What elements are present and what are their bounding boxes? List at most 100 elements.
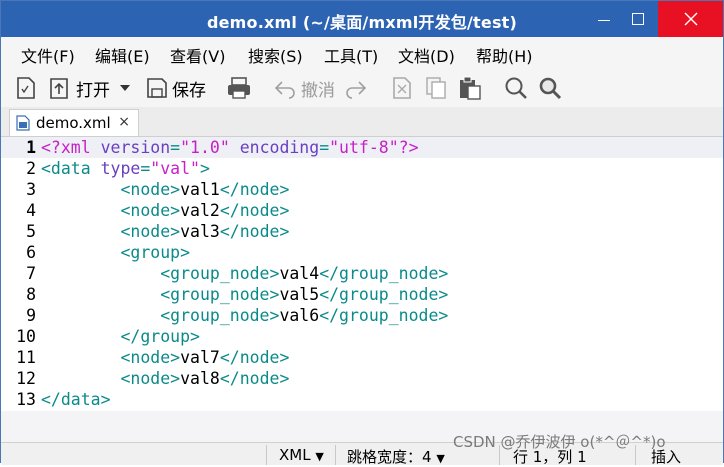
save-button[interactable]: 保存 — [144, 74, 206, 102]
line-number: 6 — [26, 243, 36, 262]
copy-button[interactable] — [423, 74, 449, 102]
search-replace-icon — [539, 77, 562, 100]
menu-tools[interactable]: 工具(T) — [324, 43, 378, 67]
undo-icon — [274, 81, 295, 99]
watermark: CSDN @乔伊波伊 o(*^＠^*)o — [453, 433, 666, 451]
tab-bar: demo.xml × — [1, 107, 723, 137]
menu-document[interactable]: 文档(D) — [398, 43, 455, 67]
code-text: <group_node>val5</group_node> — [160, 285, 449, 304]
code-text: <node>val7</node> — [120, 348, 290, 367]
open-icon — [50, 78, 68, 99]
code-line: 4 <node>val2</node> — [1, 200, 723, 221]
line-number: 7 — [26, 264, 36, 283]
chevron-down-icon: ▼ — [436, 452, 445, 465]
status-separator — [266, 445, 267, 465]
open-recent-dropdown[interactable] — [119, 74, 131, 102]
language-label: XML — [279, 446, 311, 464]
search-replace-button[interactable] — [537, 74, 563, 102]
code-text: <node>val3</node> — [120, 222, 290, 241]
new-button[interactable] — [13, 74, 39, 102]
code-line: 9 <group_node>val6</group_node> — [1, 305, 723, 326]
code-text: </group> — [120, 327, 200, 346]
menu-bar: 文件(F) 编辑(E) 查看(V) 搜索(S) 工具(T) 文档(D) 帮助(H… — [1, 37, 723, 69]
dropdown-arrow-icon — [120, 85, 130, 91]
cut-button[interactable] — [389, 74, 415, 102]
line-number: 4 — [26, 201, 36, 220]
line-number: 1 — [26, 138, 36, 157]
menu-file[interactable]: 文件(F) — [21, 43, 75, 67]
line-number: 3 — [26, 180, 36, 199]
code-line: 3 <node>val1</node> — [1, 179, 723, 200]
cut-icon — [393, 77, 411, 99]
menu-help[interactable]: 帮助(H) — [476, 43, 533, 67]
title-bar[interactable]: demo.xml (~/桌面/mxml开发包/test) — [1, 1, 723, 37]
paste-button[interactable] — [457, 74, 483, 102]
minimize-icon — [598, 19, 610, 21]
code-text: <group_node>val6</group_node> — [160, 306, 449, 325]
line-number: 10 — [16, 327, 36, 346]
menu-view[interactable]: 查看(V) — [170, 43, 225, 67]
code-text: <?xml version="1.0" encoding="utf-8"?> — [41, 138, 419, 157]
menu-edit[interactable]: 编辑(E) — [95, 43, 150, 67]
redo-icon — [346, 81, 367, 99]
close-window-button[interactable] — [658, 1, 723, 37]
code-text: <data type="val"> — [41, 159, 210, 178]
search-button[interactable] — [503, 74, 529, 102]
code-line: 2 <data type="val"> — [1, 158, 723, 179]
chevron-down-icon: ▼ — [315, 450, 324, 463]
xml-file-icon — [16, 115, 30, 131]
code-line: 12 <node>val8</node> — [1, 368, 723, 389]
tab-width-label: 跳格宽度： — [347, 448, 423, 466]
open-button[interactable]: 打开 — [47, 74, 110, 102]
tab-width-value: 4 — [422, 448, 432, 466]
line-number: 9 — [26, 306, 36, 325]
code-line: 6 <group> — [1, 242, 723, 263]
tab-demo-xml[interactable]: demo.xml × — [9, 109, 139, 136]
minimize-button[interactable] — [587, 1, 621, 37]
code-text: <group> — [120, 243, 191, 262]
print-button[interactable] — [225, 74, 253, 102]
save-label: 保存 — [172, 80, 206, 101]
line-number: 11 — [16, 348, 36, 367]
toolbar: 打开 保存 撤消 — [1, 69, 723, 107]
code-text: <node>val1</node> — [120, 180, 290, 199]
tab-width-selector[interactable]: 跳格宽度：4 ▼ — [347, 446, 445, 467]
search-icon — [505, 77, 527, 99]
line-number: 5 — [26, 222, 36, 241]
code-lines: 1 <?xml version="1.0" encoding="utf-8"?> … — [1, 137, 723, 410]
new-document-icon — [17, 77, 35, 99]
printer-icon — [228, 77, 250, 99]
open-label: 打开 — [76, 80, 110, 101]
line-number: 2 — [26, 159, 36, 178]
code-text: <group_node>val4</group_node> — [160, 264, 449, 283]
code-line: 1 <?xml version="1.0" encoding="utf-8"?> — [1, 137, 723, 158]
undo-label: 撤消 — [301, 80, 335, 101]
maximize-button[interactable] — [621, 1, 655, 37]
close-icon — [684, 12, 697, 26]
save-icon — [147, 78, 167, 98]
redo-button[interactable] — [344, 74, 368, 102]
line-number: 12 — [16, 369, 36, 388]
paste-icon — [460, 76, 481, 100]
code-line: 13 </data> — [1, 389, 723, 410]
code-text: </data> — [41, 390, 111, 409]
code-line: 8 <group_node>val5</group_node> — [1, 284, 723, 305]
code-text: <node>val2</node> — [120, 201, 290, 220]
language-selector[interactable]: XML ▼ — [279, 446, 324, 464]
code-editor[interactable]: 1 <?xml version="1.0" encoding="utf-8"?> … — [1, 137, 723, 442]
line-number: 8 — [26, 285, 36, 304]
code-line: 11 <node>val7</node> — [1, 347, 723, 368]
code-line: 10 </group> — [1, 326, 723, 347]
tab-label: demo.xml — [36, 114, 111, 132]
status-separator — [335, 445, 336, 465]
copy-icon — [426, 77, 446, 99]
undo-button[interactable]: 撤消 — [273, 74, 335, 102]
maximize-icon — [632, 13, 644, 25]
editor-window: demo.xml (~/桌面/mxml开发包/test) 文件(F) 编辑(E)… — [0, 0, 724, 466]
code-line: 7 <group_node>val4</group_node> — [1, 263, 723, 284]
menu-search[interactable]: 搜索(S) — [248, 43, 303, 67]
tab-close-button[interactable]: × — [118, 114, 130, 130]
code-text: <node>val8</node> — [120, 369, 290, 388]
code-line: 5 <node>val3</node> — [1, 221, 723, 242]
line-number: 13 — [16, 390, 36, 409]
